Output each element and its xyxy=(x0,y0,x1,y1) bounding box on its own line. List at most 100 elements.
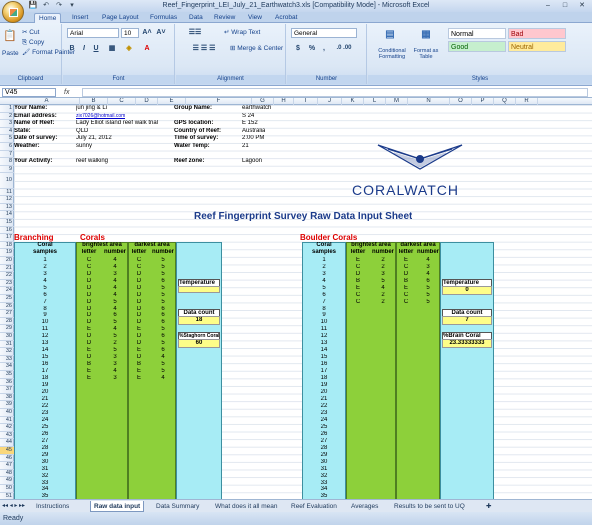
branching-sample-number[interactable]: 10 xyxy=(14,319,76,326)
branching-cell[interactable]: E xyxy=(128,368,150,375)
branching-sample-number[interactable]: 25 xyxy=(14,424,76,431)
paste-button[interactable]: Paste xyxy=(2,49,19,58)
sheet-tab-instructions[interactable]: Instructions xyxy=(36,501,69,512)
boulder-sample-number[interactable]: 17 xyxy=(302,368,346,375)
boulder-sample-number[interactable]: 11 xyxy=(302,326,346,333)
boulder-cell[interactable]: 2 xyxy=(370,264,396,271)
tab-data[interactable]: Data xyxy=(189,13,203,23)
branching-cell[interactable]: D xyxy=(76,285,102,292)
row-header-45[interactable]: 45 xyxy=(0,447,14,455)
branching-cell[interactable]: D xyxy=(76,299,102,306)
row-header-9[interactable]: 9 xyxy=(0,166,14,174)
close-button[interactable]: ✕ xyxy=(574,1,590,11)
time-value[interactable]: 2:00 PM xyxy=(242,135,264,142)
date-value[interactable]: July 21, 2012 xyxy=(76,135,112,142)
boulder-sample-number[interactable]: 26 xyxy=(302,431,346,438)
spreadsheet-grid[interactable]: ABCDEFGHIJKLMNOPQR 1 2 3 4 5 6 7 8 9 10 11 12 13 14 15… xyxy=(0,98,592,499)
row-header-5[interactable]: 5 xyxy=(0,135,14,143)
branching-cell[interactable]: D xyxy=(128,312,150,319)
boulder-cell[interactable]: 2 xyxy=(370,292,396,299)
branching-sample-number[interactable]: 28 xyxy=(14,445,76,452)
branching-sample-number[interactable]: 5 xyxy=(14,285,76,292)
column-header-d[interactable]: D xyxy=(136,98,158,105)
column-header-k[interactable]: K xyxy=(342,98,364,105)
branching-sample-number[interactable]: 14 xyxy=(14,347,76,354)
customize-qat-icon[interactable]: ▾ xyxy=(67,1,77,10)
column-header-h[interactable]: H xyxy=(274,98,294,105)
column-header-c[interactable]: C xyxy=(108,98,136,105)
branching-cell[interactable]: 6 xyxy=(150,306,176,313)
tab-review[interactable]: Review xyxy=(214,13,235,23)
bold-button[interactable]: B xyxy=(67,44,77,53)
branching-cell[interactable]: 6 xyxy=(102,312,128,319)
row-header-23[interactable]: 23 xyxy=(0,280,14,288)
branching-cell[interactable]: E xyxy=(128,375,150,382)
branching-cell[interactable]: D xyxy=(76,271,102,278)
borders-icon[interactable]: ▦ xyxy=(107,44,117,53)
branching-sample-number[interactable]: 26 xyxy=(14,431,76,438)
branching-sample-number[interactable]: 15 xyxy=(14,354,76,361)
maximize-button[interactable]: □ xyxy=(557,1,573,11)
branching-cell[interactable]: 5 xyxy=(150,257,176,264)
row-header-6[interactable]: 6 xyxy=(0,143,14,151)
branching-sample-number[interactable]: 24 xyxy=(14,417,76,424)
boulder-sample-number[interactable]: 14 xyxy=(302,347,346,354)
branching-cell[interactable]: 3 xyxy=(102,354,128,361)
new-sheet-icon[interactable]: ✚ xyxy=(486,501,491,512)
save-icon[interactable]: 💾 xyxy=(28,1,38,10)
row-header-21[interactable]: 21 xyxy=(0,265,14,273)
gps-s-value[interactable]: S 24 xyxy=(242,113,254,120)
percent-button[interactable]: % xyxy=(307,44,317,53)
boulder-sample-number[interactable]: 22 xyxy=(302,403,346,410)
branching-sample-number[interactable]: 12 xyxy=(14,333,76,340)
boulder-cell[interactable]: C xyxy=(346,292,370,299)
row-header-50[interactable]: 50 xyxy=(0,485,14,493)
branching-cell[interactable]: 5 xyxy=(150,326,176,333)
row-header-16[interactable]: 16 xyxy=(0,227,14,235)
row-header-38[interactable]: 38 xyxy=(0,394,14,402)
boulder-cell[interactable]: E xyxy=(396,285,416,292)
email-value[interactable]: zix7026@hotmail.com xyxy=(76,113,125,120)
branching-cell[interactable]: D xyxy=(76,278,102,285)
branching-cell[interactable]: B xyxy=(76,361,102,368)
sheet-tab-data-summary[interactable]: Data Summary xyxy=(156,501,199,512)
branching-cell[interactable]: C xyxy=(76,264,102,271)
column-header-b[interactable]: B xyxy=(80,98,108,105)
branching-cell[interactable]: 5 xyxy=(150,285,176,292)
boulder-sample-number[interactable]: 30 xyxy=(302,459,346,466)
branching-sample-number[interactable]: 34 xyxy=(14,486,76,493)
row-header-15[interactable]: 15 xyxy=(0,219,14,227)
boulder-sample-number[interactable]: 4 xyxy=(302,278,346,285)
branching-cell[interactable]: D xyxy=(76,306,102,313)
branching-cell[interactable]: E xyxy=(128,347,150,354)
sheet-nav-icons[interactable]: ◂◂ ◂ ▸ ▸▸ xyxy=(2,501,25,512)
branching-temperature-value[interactable] xyxy=(178,286,220,293)
row-header-36[interactable]: 36 xyxy=(0,379,14,387)
branching-sample-number[interactable]: 32 xyxy=(14,473,76,480)
boulder-sample-number[interactable]: 2 xyxy=(302,264,346,271)
merge-center-button[interactable]: ⊞ Merge & Center xyxy=(230,44,283,53)
row-header-14[interactable]: 14 xyxy=(0,211,14,219)
row-header-11[interactable]: 11 xyxy=(0,189,14,197)
boulder-sample-number[interactable]: 6 xyxy=(302,292,346,299)
branching-cell[interactable]: 4 xyxy=(102,285,128,292)
branching-cell[interactable]: D xyxy=(76,312,102,319)
row-header-34[interactable]: 34 xyxy=(0,363,14,371)
currency-button[interactable]: $ xyxy=(293,44,303,53)
branching-cell[interactable]: 4 xyxy=(102,257,128,264)
italic-button[interactable]: I xyxy=(79,44,89,53)
wrap-text-button[interactable]: ↵ Wrap Text xyxy=(224,28,260,37)
tab-view[interactable]: View xyxy=(248,13,262,23)
branching-cell[interactable]: E xyxy=(76,347,102,354)
row-header-7[interactable]: 7 xyxy=(0,151,14,159)
tab-home[interactable]: Home xyxy=(34,13,62,23)
branching-sample-number[interactable]: 9 xyxy=(14,312,76,319)
row-header-28[interactable]: 28 xyxy=(0,318,14,326)
office-button[interactable] xyxy=(2,1,24,23)
boulder-cell[interactable]: 5 xyxy=(416,285,440,292)
boulder-sample-number[interactable]: 34 xyxy=(302,486,346,493)
copy-button[interactable]: ⎘ Copy xyxy=(22,38,44,47)
row-header-29[interactable]: 29 xyxy=(0,325,14,333)
column-header-l[interactable]: L xyxy=(364,98,386,105)
format-as-table-button[interactable]: Format as Table xyxy=(410,48,442,60)
